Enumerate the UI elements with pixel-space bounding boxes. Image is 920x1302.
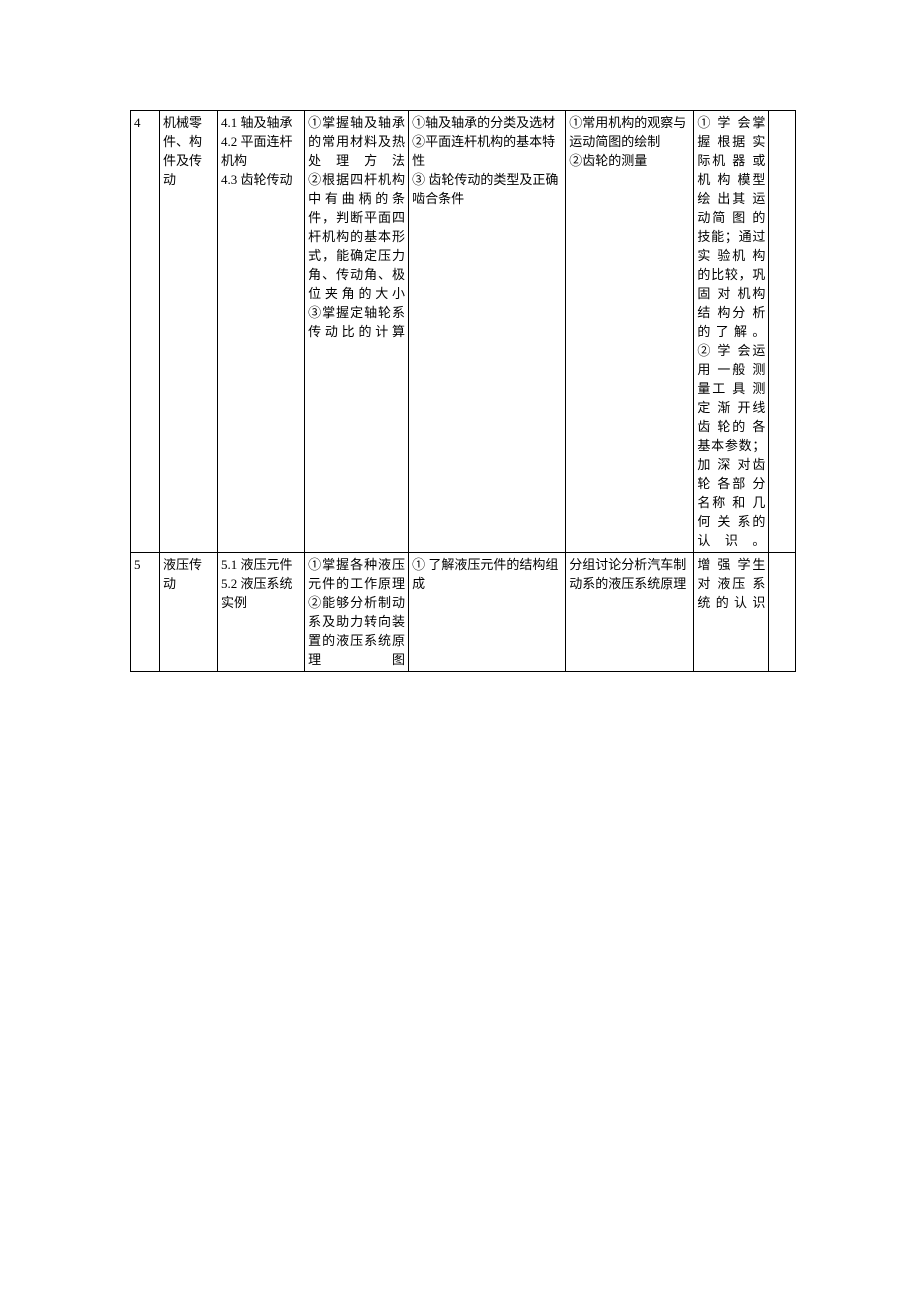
cell-know: ①轴及轴承的分类及选材②平面连杆机构的基本特性③ 齿轮传动的类型及正确啮合条件: [409, 111, 566, 553]
curriculum-table: 4 机械零件、构件及传动 4.1 轴及轴承4.2 平面连杆机构4.3 齿轮传动 …: [130, 110, 796, 672]
table-row: 5 液压传动 5.1 液压元件5.2 液压系统实例 ①掌握各种液压元件的工作原理…: [131, 553, 796, 672]
cell-last: [769, 553, 796, 672]
cell-know: ① 了解液压元件的结构组成: [409, 553, 566, 672]
cell-num: 4: [131, 111, 160, 553]
cell-topic: 机械零件、构件及传动: [160, 111, 218, 553]
table-row: 4 机械零件、构件及传动 4.1 轴及轴承4.2 平面连杆机构4.3 齿轮传动 …: [131, 111, 796, 553]
cell-topic: 液压传动: [160, 553, 218, 672]
cell-sub: 4.1 轴及轴承4.2 平面连杆机构4.3 齿轮传动: [218, 111, 305, 553]
cell-grasp: ①掌握轴及轴承的常用材料及热处理方法②根据四杆机构中有曲柄的条件，判断平面四杆机…: [305, 111, 409, 553]
document-page: 4 机械零件、构件及传动 4.1 轴及轴承4.2 平面连杆机构4.3 齿轮传动 …: [0, 0, 920, 672]
cell-disc: ①常用机构的观察与运动简图的绘制②齿轮的测量: [566, 111, 694, 553]
cell-disc: 分组讨论分析汽车制动系的液压系统原理: [566, 553, 694, 672]
cell-sub: 5.1 液压元件5.2 液压系统实例: [218, 553, 305, 672]
cell-grasp: ①掌握各种液压元件的工作原理②能够分析制动系及助力转向装置的液压系统原理图: [305, 553, 409, 672]
cell-skill: 增 强 学生 对 液压 系 统的认识: [694, 553, 769, 672]
cell-skill: ① 学 会掌 握 根据 实 际机 器 或机 构 模型 绘 出其 运 动简 图 的…: [694, 111, 769, 553]
cell-num: 5: [131, 553, 160, 672]
cell-last: [769, 111, 796, 553]
